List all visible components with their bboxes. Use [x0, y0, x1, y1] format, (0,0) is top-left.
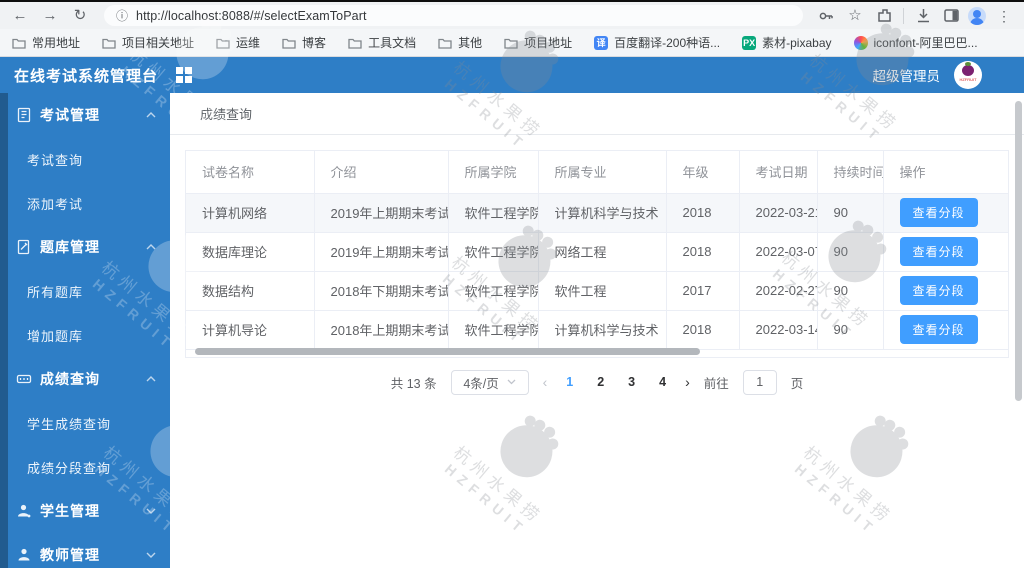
sidebar-item-add-bank[interactable]: 增加题库	[0, 313, 170, 357]
page-number-2[interactable]: 2	[592, 375, 609, 389]
table-row: 计算机导论 2018年上期期末考试 软件工程学院 计算机科学与技术 2018 2…	[186, 310, 1008, 350]
avatar-logo-text: HZFRUIT	[959, 77, 977, 82]
reload-icon[interactable]: ↻	[68, 4, 92, 28]
col-intro: 介绍	[314, 151, 449, 194]
current-user-label: 超级管理员	[872, 69, 941, 84]
page-unit-label: 页	[790, 376, 804, 391]
page-number-4[interactable]: 4	[654, 375, 671, 389]
sidebar-section-exam-management[interactable]: 考试管理	[0, 93, 170, 137]
sidebar-section-student-management[interactable]: 学生管理	[0, 489, 170, 533]
browser-menu-icon[interactable]: ⋮	[992, 4, 1016, 28]
goto-label: 前往	[703, 376, 729, 391]
browser-toolbar: ← → ↻ ⓘ http://localhost:8088/#/selectEx…	[0, 0, 1024, 29]
iconfont-favicon	[853, 35, 868, 50]
next-page-button[interactable]: ›	[685, 374, 690, 390]
prev-page-button[interactable]: ‹	[543, 374, 548, 390]
sidebar-section-score-query[interactable]: 成绩查询	[0, 357, 170, 401]
col-exam-date: 考试日期	[739, 151, 818, 194]
chevron-down-icon	[507, 379, 516, 385]
col-college: 所属学院	[448, 151, 539, 194]
bookmark-folder[interactable]: 博客	[282, 34, 326, 51]
view-segment-button[interactable]: 查看分段	[899, 198, 978, 227]
bookmark-folder[interactable]: 其他	[438, 34, 482, 51]
col-major: 所属专业	[538, 151, 667, 194]
download-icon[interactable]	[912, 7, 934, 24]
view-segment-button[interactable]: 查看分段	[899, 237, 978, 266]
sidebar-item-score-segment-query[interactable]: 成绩分段查询	[0, 445, 170, 489]
bookmark-folder[interactable]: 工具文档	[348, 34, 416, 51]
bookmark-folder[interactable]: 常用地址	[12, 34, 80, 51]
back-icon[interactable]: ←	[8, 4, 32, 28]
view-segment-button[interactable]: 查看分段	[899, 276, 978, 305]
bookmark-star-icon[interactable]: ☆	[843, 4, 867, 28]
forward-icon[interactable]: →	[38, 4, 62, 28]
total-count-label: 共 13 条	[390, 376, 437, 391]
scores-icon	[16, 371, 32, 387]
baidu-translate-favicon: 译	[594, 35, 609, 50]
scrollbar-thumb[interactable]	[195, 348, 700, 355]
sidebar-item-add-exam[interactable]: 添加考试	[0, 181, 170, 225]
page-size-select[interactable]: 4条/页	[450, 369, 529, 395]
avatar-fruit-logo	[962, 62, 974, 76]
main-content: 成绩查询 试卷名称 介绍 所属学院 所属专业 年级 考试日期 持续时间 操作 计…	[170, 93, 1024, 568]
sidebar-item-all-banks[interactable]: 所有题库	[0, 269, 170, 313]
sidebar-menu: 考试管理 考试查询 添加考试 题库管理 所有题库 增加题库 成绩查询 学生成绩查…	[0, 93, 170, 568]
sidebar-item-exam-query[interactable]: 考试查询	[0, 137, 170, 181]
bookmark-folder[interactable]: 运维	[216, 34, 260, 51]
breadcrumb-bar: 成绩查询	[170, 93, 1024, 135]
app-header: 在线考试系统管理台 超级管理员 HZFRUIT	[0, 57, 1024, 93]
table-row: 计算机网络 2019年上期期末考试 软件工程学院 计算机科学与技术 2018 2…	[186, 193, 1008, 233]
page-number-3[interactable]: 3	[623, 375, 640, 389]
table-horizontal-scrollbar[interactable]	[186, 347, 1008, 356]
pixabay-favicon: PX	[742, 35, 757, 50]
goto-page-input[interactable]	[742, 369, 777, 395]
breadcrumb: 成绩查询	[200, 107, 253, 122]
col-actions: 操作	[883, 151, 1008, 194]
bookmark-folder[interactable]: 项目相关地址	[102, 34, 194, 51]
user-avatar[interactable]: HZFRUIT	[954, 61, 982, 89]
bookmark-folder[interactable]: 项目地址	[504, 34, 572, 51]
question-bank-icon	[16, 239, 32, 255]
sidebar-section-question-bank[interactable]: 题库管理	[0, 225, 170, 269]
results-table-card: 试卷名称 介绍 所属学院 所属专业 年级 考试日期 持续时间 操作 计算机网络 …	[185, 150, 1009, 358]
exam-table: 试卷名称 介绍 所属学院 所属专业 年级 考试日期 持续时间 操作 计算机网络 …	[186, 151, 1008, 350]
side-panel-icon[interactable]	[940, 7, 962, 24]
sidebar-section-teacher-management[interactable]: 教师管理	[0, 533, 170, 568]
page-vertical-scrollbar[interactable]	[1015, 101, 1022, 401]
sidebar-item-student-score-query[interactable]: 学生成绩查询	[0, 401, 170, 445]
chevron-up-icon	[146, 244, 156, 250]
url-bar[interactable]: ⓘ http://localhost:8088/#/selectExamToPa…	[104, 5, 803, 26]
table-header-row: 试卷名称 介绍 所属学院 所属专业 年级 考试日期 持续时间 操作	[186, 151, 1008, 194]
extensions-icon[interactable]	[873, 7, 895, 24]
chevron-up-icon	[146, 112, 156, 118]
table-row: 数据库理论 2019年上期期末考试 软件工程学院 网络工程 2018 2022-…	[186, 232, 1008, 272]
app-title: 在线考试系统管理台	[14, 67, 159, 85]
bookmark-baidu-translate[interactable]: 译 百度翻译-200种语...	[594, 34, 720, 51]
bookmarks-bar: 常用地址 项目相关地址 运维 博客 工具文档 其他 项目地址 译 百度翻译-20…	[0, 29, 1024, 57]
page-number-1[interactable]: 1	[561, 375, 578, 389]
url-text: http://localhost:8088/#/selectExamToPart	[136, 8, 367, 23]
table-row: 数据结构 2018年下期期末考试 软件工程学院 软件工程 2017 2022-0…	[186, 271, 1008, 311]
bookmark-pixabay[interactable]: PX 素材-pixabay	[742, 34, 832, 51]
toolbar-separator	[903, 7, 904, 24]
site-info-icon[interactable]: ⓘ	[116, 7, 128, 24]
col-duration: 持续时间	[817, 151, 884, 194]
chevron-down-icon	[146, 508, 156, 514]
col-paper-name: 试卷名称	[186, 151, 315, 194]
chevron-up-icon	[146, 376, 156, 382]
bookmark-iconfont[interactable]: iconfont-阿里巴巴...	[853, 34, 978, 51]
notebook-icon	[16, 107, 32, 123]
col-grade: 年级	[666, 151, 740, 194]
password-key-icon[interactable]	[815, 7, 837, 25]
teacher-icon	[16, 547, 32, 563]
chevron-down-icon	[146, 552, 156, 558]
browser-profile-avatar[interactable]	[968, 6, 986, 25]
collapse-menu-icon[interactable]	[176, 67, 193, 83]
student-icon	[16, 503, 32, 519]
pagination: 共 13 条 4条/页 ‹ 1 2 3 4 › 前往 页	[185, 369, 1009, 395]
view-segment-button[interactable]: 查看分段	[899, 315, 978, 344]
